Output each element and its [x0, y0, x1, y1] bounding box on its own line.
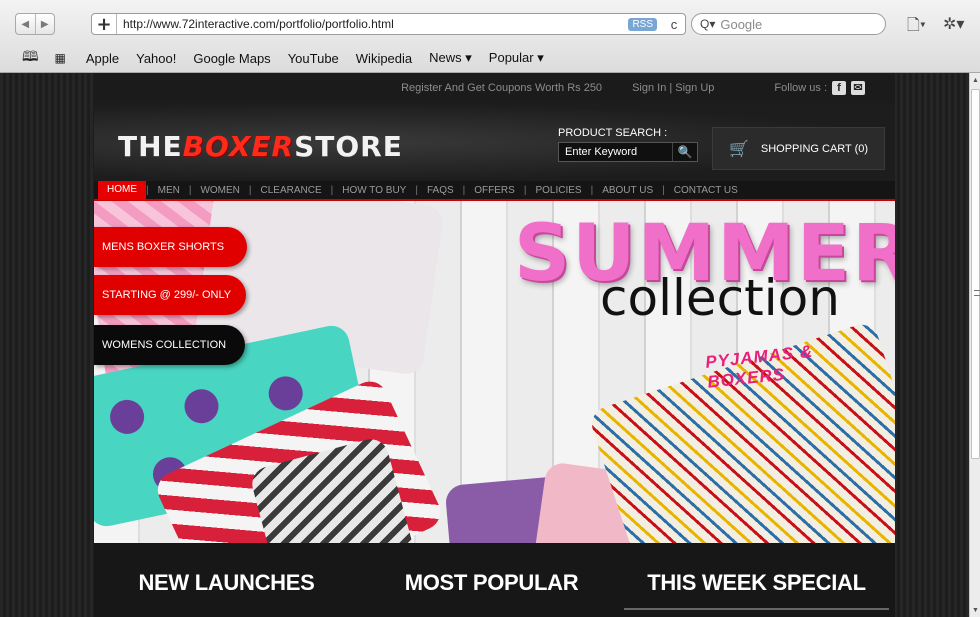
url-text[interactable]: http://www.72interactive.com/portfolio/p… — [117, 17, 628, 31]
nav-clearance[interactable]: CLEARANCE — [252, 185, 331, 196]
scroll-down-arrow-icon[interactable]: ▼ — [970, 607, 980, 614]
history-nav: ◀ ▶ — [15, 13, 55, 35]
bookmark-popular[interactable]: Popular ▾ — [489, 50, 544, 66]
nav-women[interactable]: WOMEN — [191, 185, 248, 196]
nav-how-to-buy[interactable]: HOW TO BUY — [333, 185, 415, 196]
browser-toolbar: ◀ ▶ + http://www.72interactive.com/portf… — [0, 0, 980, 73]
rss-button[interactable]: RSS — [628, 17, 657, 31]
site-topbar: Register And Get Coupons Worth Rs 250 Si… — [94, 73, 895, 103]
bookmark-apple[interactable]: Apple — [86, 51, 119, 66]
browser-search-field[interactable]: Q▾ Google — [691, 13, 886, 35]
page-menu-icon[interactable]: 🗋▾ — [907, 14, 926, 41]
hero-banner[interactable]: MENS BOXER SHORTS STARTING @ 299/- ONLY … — [94, 201, 895, 543]
womens-collection-tab[interactable]: WOMENS COLLECTION — [94, 325, 245, 365]
bookmark-wikipedia[interactable]: Wikipedia — [356, 51, 412, 66]
scrollbar-thumb[interactable] — [971, 89, 980, 459]
settings-icon[interactable]: ✲▾ — [943, 14, 964, 34]
product-search-label: PRODUCT SEARCH : — [558, 127, 668, 139]
reload-icon[interactable]: c — [663, 17, 685, 32]
mens-boxer-shorts-tab[interactable]: MENS BOXER SHORTS — [94, 227, 247, 267]
vertical-scrollbar[interactable]: ▲ ▼ — [969, 73, 980, 617]
shopping-cart-button[interactable]: 🛒 SHOPPING CART (0) — [712, 127, 885, 170]
nav-home[interactable]: HOME — [98, 180, 146, 200]
coupon-promo-link[interactable]: Register And Get Coupons Worth Rs 250 — [401, 82, 602, 94]
cart-icon: 🛒 — [728, 140, 749, 158]
bookmark-yahoo[interactable]: Yahoo! — [136, 51, 176, 66]
sign-in-sign-up-link[interactable]: Sign In | Sign Up — [632, 82, 714, 94]
facebook-icon[interactable]: f — [832, 81, 846, 95]
page-background: Register And Get Coupons Worth Rs 250 Si… — [0, 73, 969, 617]
mail-icon[interactable]: ✉ — [851, 81, 865, 95]
search-icon[interactable]: Q▾ — [700, 17, 715, 31]
address-bar[interactable]: + http://www.72interactive.com/portfolio… — [91, 13, 686, 35]
nav-men[interactable]: MEN — [149, 185, 189, 196]
section-most-popular[interactable]: MOST POPULAR — [359, 545, 624, 617]
nav-about-us[interactable]: ABOUT US — [593, 185, 662, 196]
scroll-up-arrow-icon[interactable]: ▲ — [970, 77, 980, 84]
nav-offers[interactable]: OFFERS — [465, 185, 524, 196]
product-search: PRODUCT SEARCH : Enter Keyword 🔍 — [558, 127, 698, 162]
top-sites-grid-icon[interactable]: ▦ — [55, 51, 66, 65]
site-logo[interactable]: THEBOXERSTORE — [118, 130, 403, 163]
bookmarks-book-icon[interactable]: 🕮 — [22, 46, 39, 70]
add-bookmark-icon[interactable]: + — [92, 14, 117, 35]
back-button[interactable]: ◀ — [16, 14, 36, 34]
bookmark-news[interactable]: News ▾ — [429, 50, 472, 66]
section-new-launches[interactable]: NEW LAUNCHES — [94, 545, 359, 617]
section-this-week-special[interactable]: THIS WEEK SPECIAL — [624, 545, 889, 610]
bookmark-google-maps[interactable]: Google Maps — [193, 51, 270, 66]
nav-contact-us[interactable]: CONTACT US — [665, 185, 747, 196]
starting-price-tab[interactable]: STARTING @ 299/- ONLY — [94, 275, 246, 315]
hero-subheadline: collection — [600, 269, 840, 327]
product-sections: NEW LAUNCHES MOST POPULAR THIS WEEK SPEC… — [94, 545, 895, 617]
search-placeholder: Google — [720, 16, 763, 32]
cart-label: SHOPPING CART (0) — [760, 142, 869, 155]
site-container: Register And Get Coupons Worth Rs 250 Si… — [94, 73, 895, 617]
bookmark-youtube[interactable]: YouTube — [288, 51, 339, 66]
follow-us-label: Follow us : f ✉ — [744, 81, 865, 95]
forward-button[interactable]: ▶ — [36, 14, 55, 34]
main-nav: HOME | MEN | WOMEN | CLEARANCE | HOW TO … — [94, 180, 895, 201]
search-icon[interactable]: 🔍 — [673, 143, 697, 161]
product-search-input[interactable]: Enter Keyword — [559, 143, 673, 161]
nav-faqs[interactable]: FAQS — [418, 185, 463, 196]
nav-policies[interactable]: POLICIES — [526, 185, 590, 196]
product-search-box: Enter Keyword 🔍 — [558, 142, 698, 162]
site-header: THEBOXERSTORE PRODUCT SEARCH : Enter Key… — [94, 103, 895, 181]
bookmarks-bar: 🕮 ▦ Apple Yahoo! Google Maps YouTube Wik… — [0, 47, 544, 69]
